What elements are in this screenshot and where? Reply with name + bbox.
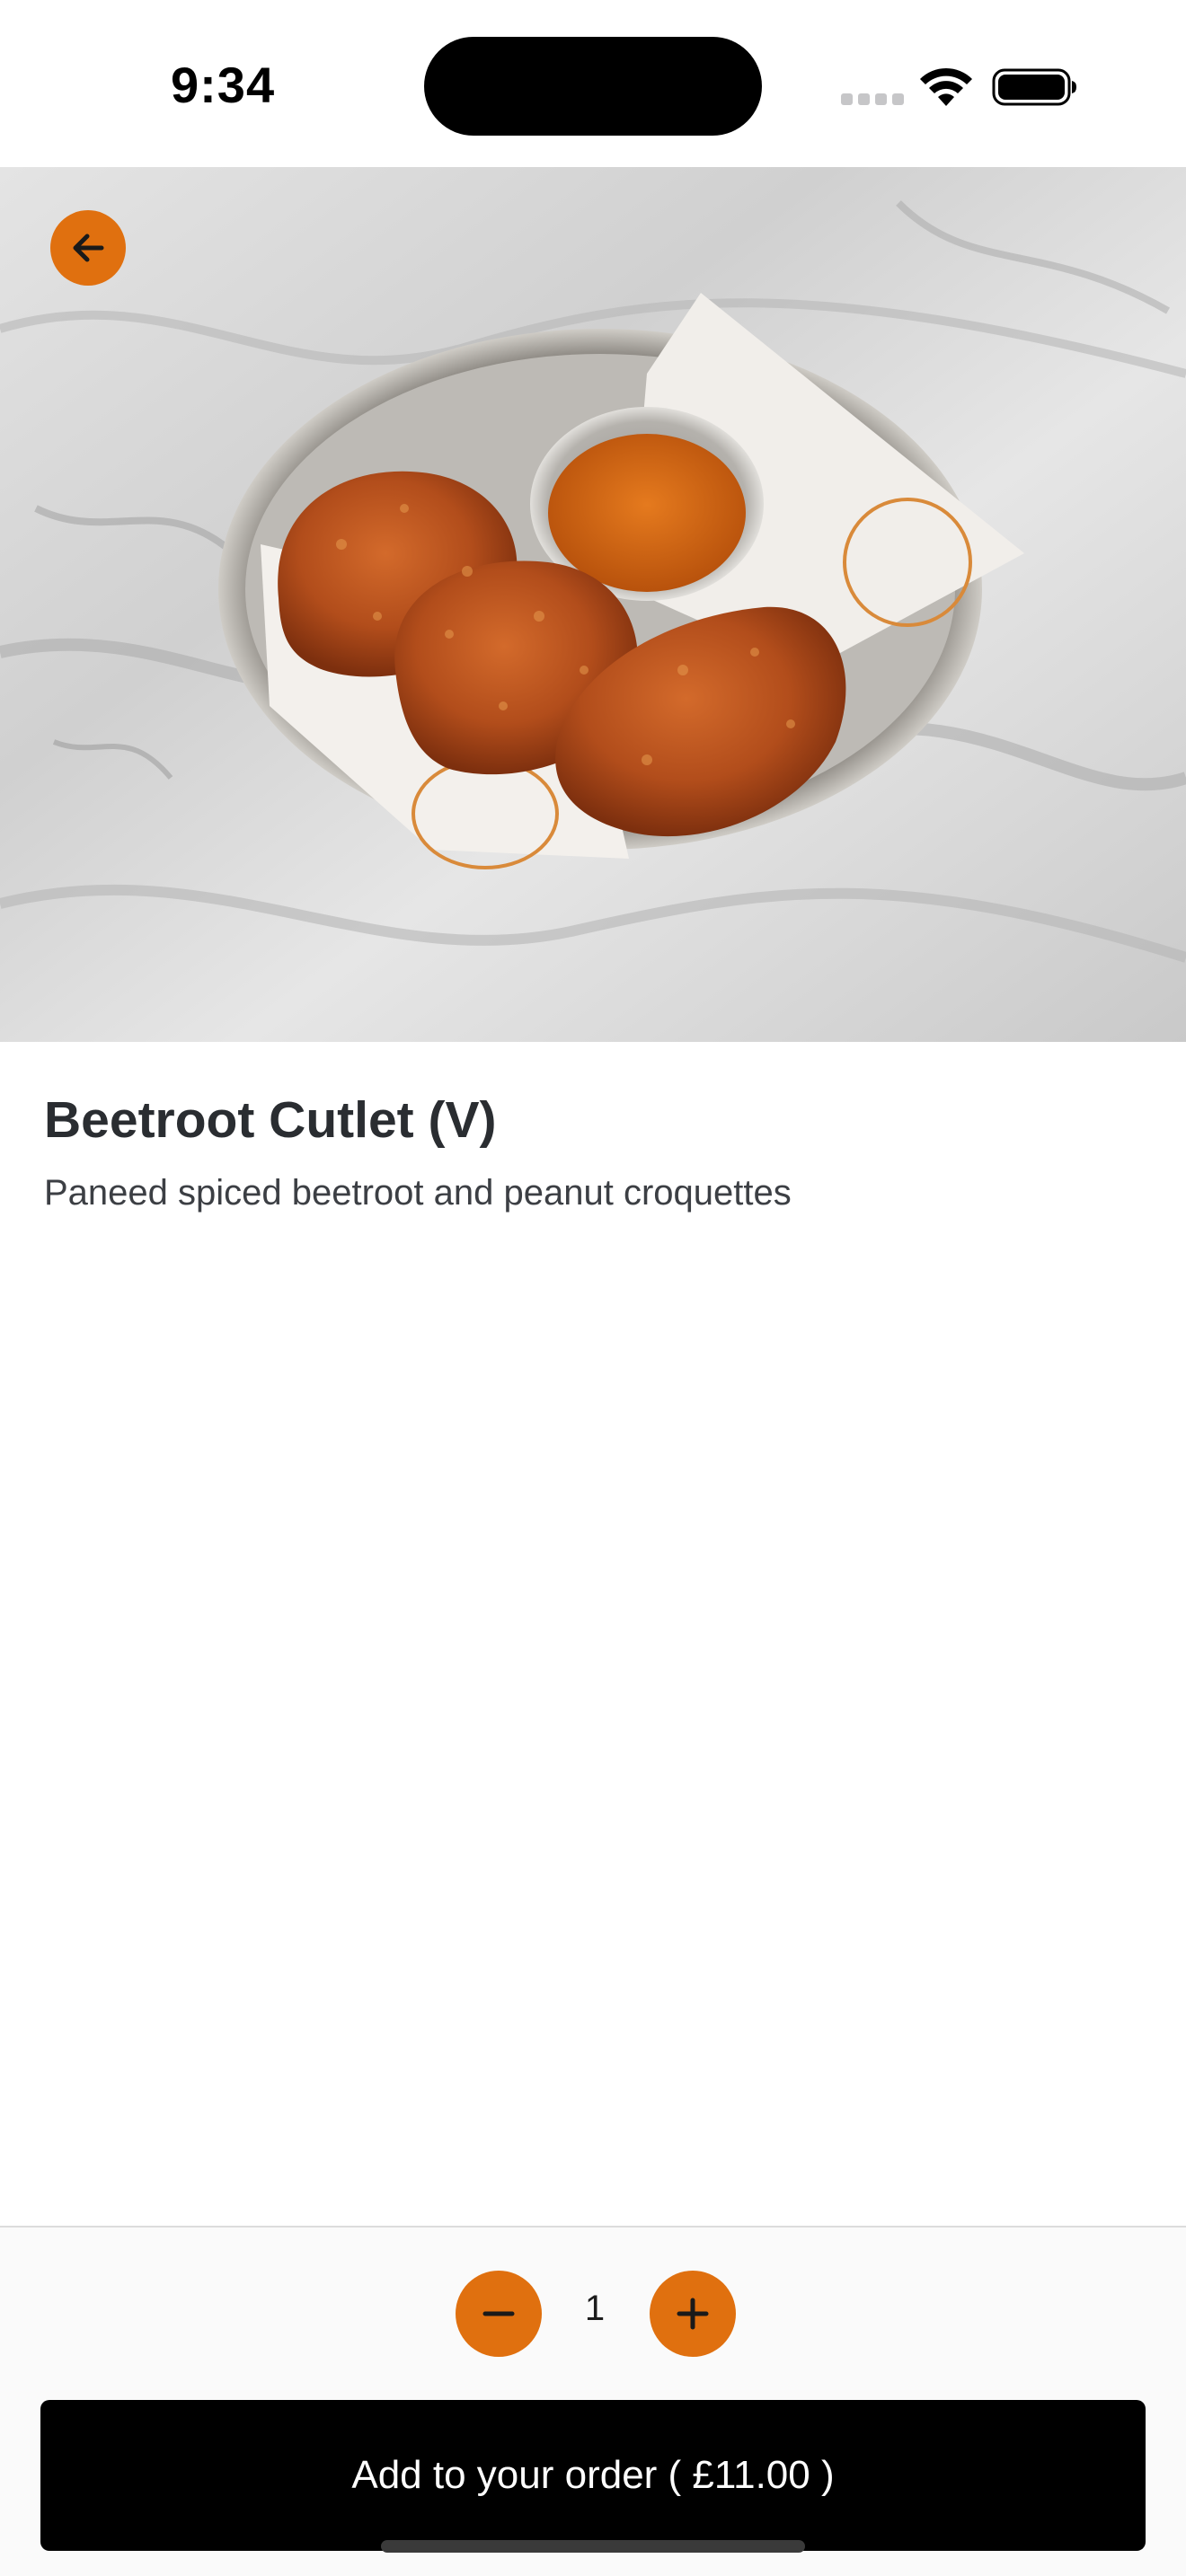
item-detail-screen: 9:34 Beetroot Cutlet (V) Paneed spiced b… bbox=[0, 0, 1186, 2576]
cellular-signal-icon bbox=[841, 93, 904, 105]
plus-icon bbox=[677, 2298, 709, 2330]
decrease-quantity-button[interactable] bbox=[456, 2271, 542, 2357]
battery-icon bbox=[992, 68, 1076, 106]
arrow-left-icon bbox=[73, 234, 104, 262]
dynamic-island bbox=[424, 37, 762, 136]
add-to-order-label: Add to your order ( £11.00 ) bbox=[351, 2453, 835, 2497]
home-indicator bbox=[381, 2540, 805, 2553]
wifi-icon bbox=[920, 67, 972, 106]
minus-icon bbox=[482, 2311, 515, 2316]
food-photo bbox=[0, 167, 1186, 1042]
quantity-value: 1 bbox=[584, 2289, 606, 2328]
add-to-order-button[interactable]: Add to your order ( £11.00 ) bbox=[40, 2400, 1146, 2551]
increase-quantity-button[interactable] bbox=[650, 2271, 736, 2357]
item-title: Beetroot Cutlet (V) bbox=[44, 1091, 497, 1149]
hero-image bbox=[0, 167, 1186, 1042]
status-time: 9:34 bbox=[171, 57, 276, 113]
item-description: Paneed spiced beetroot and peanut croque… bbox=[44, 1173, 792, 1213]
back-button[interactable] bbox=[50, 210, 126, 286]
status-bar: 9:34 bbox=[0, 0, 1186, 167]
